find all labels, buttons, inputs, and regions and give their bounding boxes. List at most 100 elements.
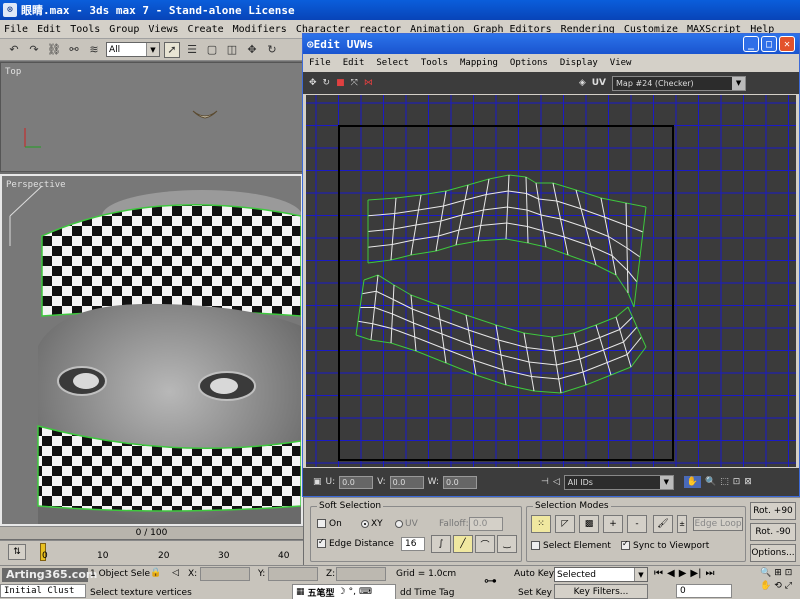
edge-distance-checkbox[interactable]: Edge Distance bbox=[317, 537, 394, 549]
falloff-smooth-icon[interactable]: ∫ bbox=[431, 535, 451, 553]
key-filters-button[interactable]: Key Filters... bbox=[554, 584, 648, 599]
redo-icon[interactable]: ↷ bbox=[26, 42, 42, 58]
v-spinner[interactable]: 0.0 bbox=[389, 475, 424, 489]
sync-viewport-checkbox[interactable]: Sync to Viewport bbox=[621, 539, 709, 551]
uvw-menu-display[interactable]: Display bbox=[560, 58, 598, 68]
absolute-mode-icon[interactable]: ◁ bbox=[172, 568, 179, 578]
uvw-menu-mapping[interactable]: Mapping bbox=[460, 58, 498, 68]
texture-map-dropdown[interactable]: Map #24 (Checker) ▼ bbox=[612, 75, 747, 91]
orbit-icon[interactable]: ⟲ bbox=[774, 581, 782, 591]
uvw-menu-select[interactable]: Select bbox=[376, 58, 409, 68]
uvw-mirror-icon[interactable]: ⋈ bbox=[364, 78, 373, 88]
uvw-hide-icon[interactable]: ⊣ bbox=[541, 477, 549, 487]
key-set-dropdown[interactable]: Selected ▼ bbox=[554, 567, 648, 582]
rotate-icon[interactable]: ↻ bbox=[264, 42, 280, 58]
uvw-checker-icon[interactable]: ◈ bbox=[579, 78, 586, 88]
soft-on-checkbox[interactable]: On bbox=[317, 519, 342, 529]
link-icon[interactable]: ⛓ bbox=[46, 42, 62, 58]
falloff-linear-icon[interactable]: ╱ bbox=[453, 535, 473, 553]
zoom-region-icon[interactable]: ⬚ bbox=[720, 477, 729, 487]
uvw-menu-edit[interactable]: Edit bbox=[343, 58, 365, 68]
minimize-icon[interactable]: _ bbox=[743, 36, 759, 52]
goto-end-icon[interactable]: ⏭ bbox=[705, 568, 714, 579]
uvw-menu-tools[interactable]: Tools bbox=[421, 58, 448, 68]
rect-selection-icon[interactable]: ▢ bbox=[204, 42, 220, 58]
zoom-extents-icon[interactable]: ⊡ bbox=[733, 477, 741, 487]
menu-file[interactable]: File bbox=[4, 24, 28, 35]
uvw-rotate-icon[interactable]: ↻ bbox=[323, 78, 331, 88]
goto-start-icon[interactable]: ⏮ bbox=[654, 568, 663, 579]
paint-size-stepper[interactable]: ± bbox=[677, 515, 687, 533]
perspective-viewport[interactable]: Perspective bbox=[0, 174, 303, 526]
zoom-selected-icon[interactable]: ⊠ bbox=[744, 477, 752, 487]
set-key-button[interactable]: Set Key bbox=[518, 588, 552, 598]
u-spinner[interactable]: 0.0 bbox=[339, 475, 374, 489]
uvw-menu-file[interactable]: File bbox=[309, 58, 331, 68]
uv-radio[interactable]: UV bbox=[395, 519, 418, 529]
shrink-selection-button[interactable]: - bbox=[627, 515, 647, 533]
edge-mode-icon[interactable]: ◸ bbox=[555, 515, 575, 533]
key-mode-toggle-icon[interactable]: ⇅ bbox=[8, 544, 26, 560]
add-time-tag[interactable]: dd Time Tag bbox=[400, 588, 454, 598]
zoom-all-icon[interactable]: ⊞ bbox=[774, 568, 782, 578]
rotate-plus-90-button[interactable]: Rot. +90 bbox=[750, 502, 796, 520]
move-icon[interactable]: ✥ bbox=[244, 42, 260, 58]
uvw-freeze-icon[interactable]: ◁ bbox=[553, 477, 560, 487]
grow-selection-button[interactable]: + bbox=[603, 515, 623, 533]
w-spinner[interactable]: 0.0 bbox=[443, 475, 478, 489]
next-frame-icon[interactable]: ▶| bbox=[690, 568, 701, 579]
vertex-mode-icon[interactable]: ⁙ bbox=[531, 515, 551, 533]
bind-space-warp-icon[interactable]: ≋ bbox=[86, 42, 102, 58]
close-icon[interactable]: ✕ bbox=[779, 36, 795, 52]
edit-uvws-title-bar[interactable]: ⊙ Edit UVWs _ □ ✕ bbox=[303, 34, 799, 54]
maxscript-listener[interactable]: Initial Clust bbox=[0, 584, 86, 598]
uvw-menu-view[interactable]: View bbox=[610, 58, 632, 68]
prev-frame-icon[interactable]: ◀ bbox=[667, 568, 675, 579]
auto-key-button[interactable]: Auto Key bbox=[514, 569, 554, 579]
xy-radio[interactable]: XY bbox=[361, 519, 383, 529]
lock-selection-icon[interactable]: 🔒 bbox=[150, 568, 161, 578]
menu-modifiers[interactable]: Modifiers bbox=[233, 24, 287, 35]
uvw-lock-icon[interactable]: ▣ bbox=[313, 477, 322, 487]
window-crossing-icon[interactable]: ◫ bbox=[224, 42, 240, 58]
rotate-minus-90-button[interactable]: Rot. -90 bbox=[750, 523, 796, 541]
uvw-move-icon[interactable]: ✥ bbox=[309, 78, 317, 88]
pan-icon[interactable]: ✋ bbox=[683, 476, 701, 488]
menu-views[interactable]: Views bbox=[148, 24, 178, 35]
current-frame-field[interactable]: 0 bbox=[676, 584, 732, 598]
menu-tools[interactable]: Tools bbox=[70, 24, 100, 35]
face-mode-icon[interactable]: ▩ bbox=[579, 515, 599, 533]
select-element-checkbox[interactable]: Select Element bbox=[531, 541, 611, 551]
edge-loop-button[interactable]: Edge Loop bbox=[693, 517, 743, 531]
uv-editor-canvas[interactable] bbox=[306, 95, 796, 467]
menu-group[interactable]: Group bbox=[109, 24, 139, 35]
edge-distance-spinner[interactable]: 16 bbox=[401, 537, 425, 551]
uvw-scale-icon[interactable]: ■ bbox=[336, 78, 345, 88]
x-coordinate-field[interactable] bbox=[200, 567, 250, 581]
falloff-spinner[interactable]: 0.0 bbox=[469, 517, 503, 531]
paint-select-icon[interactable]: 🖌 bbox=[653, 515, 673, 533]
options-button[interactable]: Options... bbox=[750, 544, 796, 562]
menu-edit[interactable]: Edit bbox=[37, 24, 61, 35]
z-coordinate-field[interactable] bbox=[336, 567, 386, 581]
undo-icon[interactable]: ↶ bbox=[6, 42, 22, 58]
time-slider[interactable]: 0 / 100 bbox=[0, 526, 303, 539]
select-object-icon[interactable]: ➚ bbox=[164, 41, 180, 58]
select-by-name-icon[interactable]: ☰ bbox=[184, 42, 200, 58]
unlink-icon[interactable]: ⚯ bbox=[66, 42, 82, 58]
zoom-extents-icon[interactable]: ⊡ bbox=[785, 568, 793, 578]
menu-create[interactable]: Create bbox=[188, 24, 224, 35]
maximize-icon[interactable]: □ bbox=[761, 36, 777, 52]
top-viewport[interactable]: Top bbox=[0, 62, 303, 172]
uvw-freeform-icon[interactable]: ⤧ bbox=[351, 78, 358, 88]
play-icon[interactable]: ▶ bbox=[679, 568, 687, 579]
falloff-fast-icon[interactable]: ‿ bbox=[497, 535, 517, 553]
ime-toolbar[interactable]: ▦ 五笔型 ☽ °, ⌨ bbox=[292, 584, 396, 599]
maximize-viewport-icon[interactable]: ⤢ bbox=[785, 581, 792, 591]
zoom-icon[interactable]: 🔍 bbox=[760, 568, 771, 578]
pan-view-icon[interactable]: ✋ bbox=[760, 581, 771, 591]
selection-filter-dropdown[interactable]: All ▼ bbox=[106, 42, 160, 57]
zoom-icon[interactable]: 🔍 bbox=[705, 477, 716, 487]
key-icon[interactable]: ⊶ bbox=[484, 574, 497, 589]
uv-toggle[interactable]: UV bbox=[592, 78, 606, 88]
